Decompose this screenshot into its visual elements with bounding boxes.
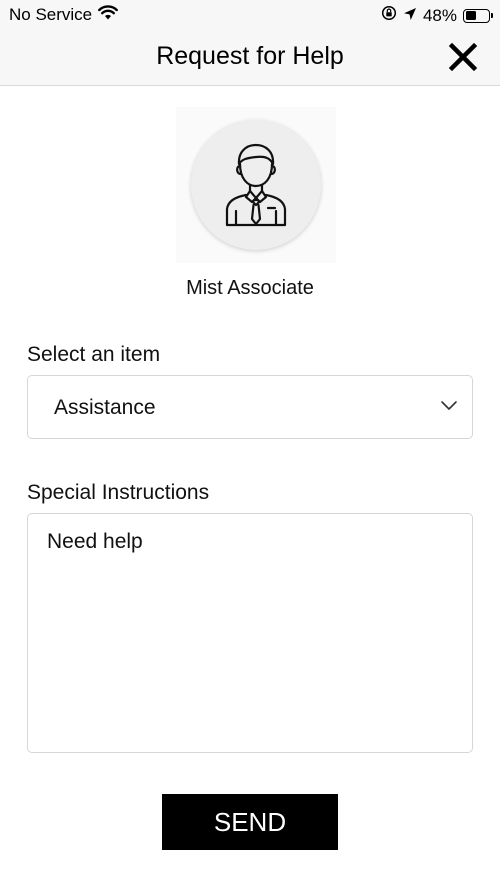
special-instructions-input[interactable]: Need help — [27, 513, 473, 753]
status-left: No Service — [9, 5, 119, 25]
status-bar: No Service 48% — [0, 0, 500, 30]
avatar — [191, 120, 321, 250]
battery-icon — [463, 8, 493, 23]
businessman-icon — [225, 143, 287, 227]
chevron-down-icon — [441, 401, 457, 410]
carrier-text: No Service — [9, 5, 93, 24]
status-right: 48% — [381, 5, 493, 26]
avatar-container — [176, 107, 336, 263]
page-title: Request for Help — [156, 42, 344, 70]
special-instructions-label: Special Instructions — [27, 481, 210, 504]
close-icon — [448, 42, 478, 72]
nav-bar: Request for Help — [0, 30, 500, 86]
select-item-label: Select an item — [27, 343, 161, 366]
special-instructions-text: Need help — [47, 530, 143, 553]
item-select[interactable]: Assistance — [27, 375, 473, 439]
selected-item-value: Assistance — [54, 396, 156, 419]
close-button[interactable] — [448, 42, 478, 72]
battery-percent: 48% — [422, 5, 457, 25]
orientation-lock-icon — [381, 5, 397, 26]
battery-level-fill — [465, 11, 477, 20]
location-arrow-icon — [403, 6, 417, 26]
send-button[interactable]: SEND — [162, 794, 338, 850]
associate-name: Mist Associate — [186, 277, 314, 299]
wifi-icon — [98, 5, 119, 25]
